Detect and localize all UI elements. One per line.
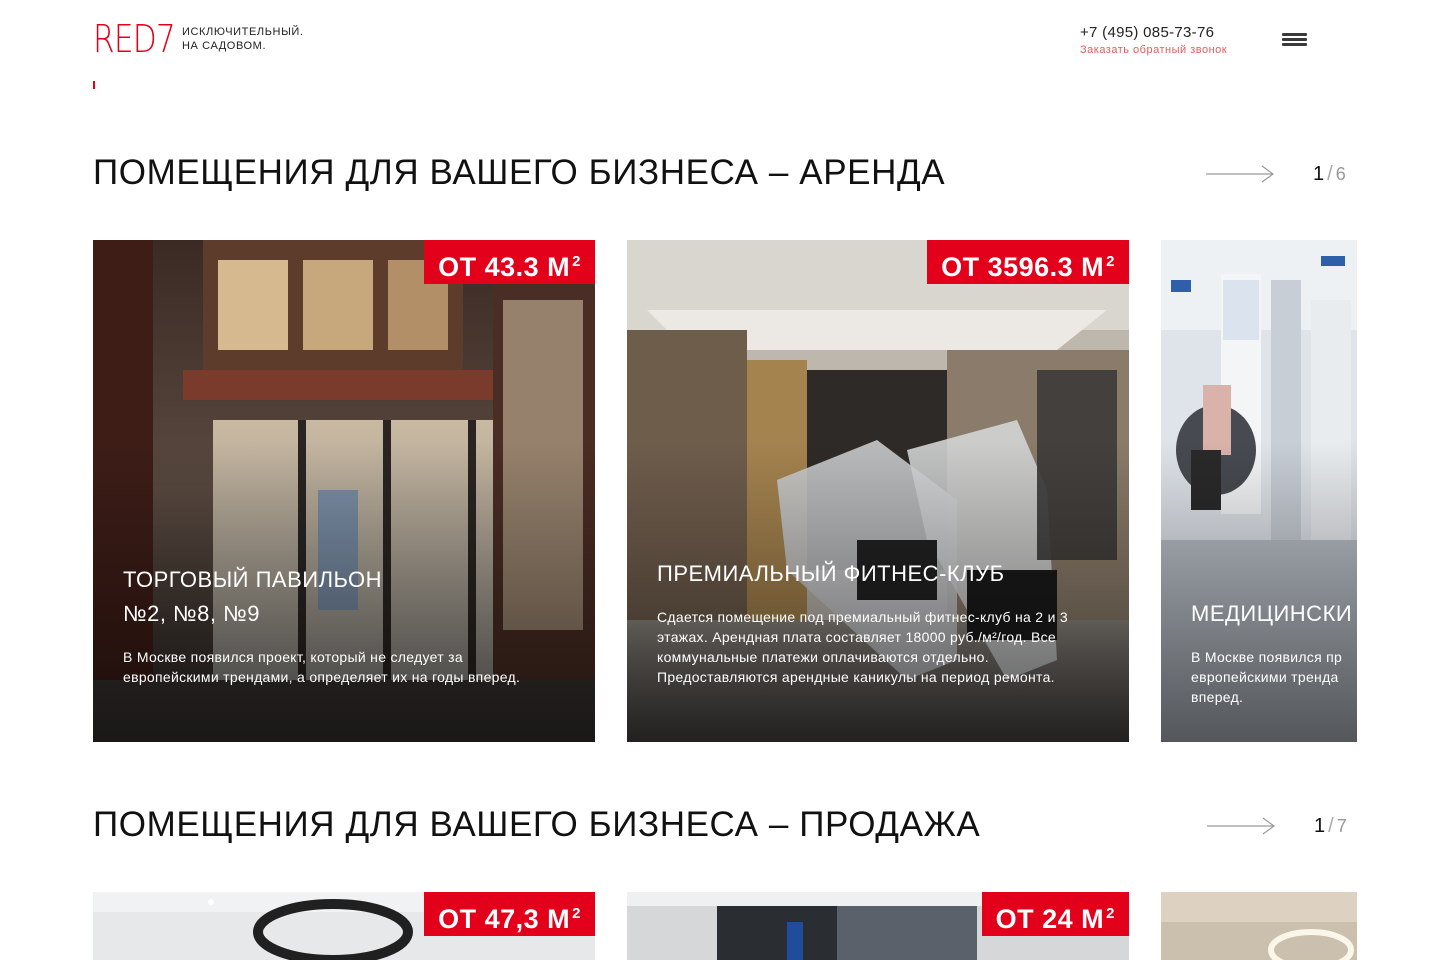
badge-unit-superscript: 2 xyxy=(1106,905,1115,922)
sale-section-title: ПОМЕЩЕНИЯ ДЛЯ ВАШЕГО БИЗНЕСА – ПРОДАЖА xyxy=(93,805,981,844)
logo-text: RED7 xyxy=(93,17,176,61)
rent-card-medical[interactable]: МЕДИЦИНСКИ В Москве появился пр европейс… xyxy=(1161,240,1357,742)
tagline: ИСКЛЮЧИТЕЛЬНЫЙ. НА САДОВОМ. xyxy=(182,25,304,53)
counter-separator: / xyxy=(1328,815,1334,837)
rent-pagination-counter: 1/6 xyxy=(1313,163,1346,186)
card-title-line-1: МЕДИЦИНСКИ xyxy=(1191,601,1353,626)
burger-line xyxy=(1282,43,1307,46)
sale-card-3-image xyxy=(1161,892,1357,960)
area-badge-text: ОТ 24 М xyxy=(995,904,1105,934)
sale-total-pages: 7 xyxy=(1336,816,1347,836)
phone-link[interactable]: +7 (495) 085-73-76 xyxy=(1080,24,1227,42)
card-title-line-2: №2, №8, №9 xyxy=(123,601,260,626)
hamburger-icon[interactable] xyxy=(1282,31,1308,49)
burger-line xyxy=(1282,33,1307,36)
rent-section-title: ПОМЕЩЕНИЯ ДЛЯ ВАШЕГО БИЗНЕСА – АРЕНДА xyxy=(93,153,946,192)
rent-total-pages: 6 xyxy=(1335,164,1346,184)
area-badge: ОТ 3596.3 М2 xyxy=(927,240,1129,284)
card-description: В Москве появился проект, который не сле… xyxy=(123,649,521,685)
card-title-line-1: ТОРГОВЫЙ ПАВИЛЬОН xyxy=(123,567,382,592)
sale-pagination-counter: 1/7 xyxy=(1314,815,1347,838)
tagline-line-2: НА САДОВОМ. xyxy=(182,40,267,52)
badge-unit-superscript: 2 xyxy=(1106,253,1115,270)
rent-next-arrow-icon[interactable] xyxy=(1205,164,1275,184)
card-title: МЕДИЦИНСКИ xyxy=(1191,597,1352,631)
card-description-line-1: В Москве появился пр xyxy=(1191,649,1343,665)
card-description-line-2: европейскими тренда xyxy=(1191,669,1339,685)
counter-separator: / xyxy=(1327,163,1333,185)
area-badge: ОТ 43.3 М2 xyxy=(424,240,595,284)
sale-current-page: 1 xyxy=(1314,815,1326,837)
card-title: ТОРГОВЫЙ ПАВИЛЬОН №2, №8, №9 xyxy=(123,563,382,631)
card-title-line-1: ПРЕМИАЛЬНЫЙ ФИТНЕС-КЛУБ xyxy=(657,561,1005,586)
area-badge: ОТ 24 М2 xyxy=(981,892,1129,936)
sale-next-arrow-icon[interactable] xyxy=(1206,816,1276,836)
tagline-line-1: ИСКЛЮЧИТЕЛЬНЫЙ. xyxy=(182,26,304,38)
red-accent-mark xyxy=(93,81,95,89)
callback-link[interactable]: Заказать обратный звонок xyxy=(1080,43,1227,57)
sale-card-1[interactable]: ОТ 47,3 М2 xyxy=(93,892,595,960)
contact-block: +7 (495) 085-73-76 Заказать обратный зво… xyxy=(1080,24,1227,57)
card-description-line-3: вперед. xyxy=(1191,689,1244,705)
sale-card-2[interactable]: ОТ 24 М2 xyxy=(627,892,1129,960)
area-badge-text: ОТ 43.3 М xyxy=(438,252,571,282)
rent-card-fitness-club[interactable]: ОТ 3596.3 М2 ПРЕМИАЛЬНЫЙ ФИТНЕС-КЛУБ Сда… xyxy=(627,240,1129,742)
card-description: Сдается помещение под премиальный фитнес… xyxy=(657,609,1068,685)
card-title: ПРЕМИАЛЬНЫЙ ФИТНЕС-КЛУБ xyxy=(657,557,1005,591)
badge-unit-superscript: 2 xyxy=(572,905,581,922)
site-header: RED7 ИСКЛЮЧИТЕЛЬНЫЙ. НА САДОВОМ. +7 (495… xyxy=(0,0,1440,100)
area-badge: ОТ 47,3 М2 xyxy=(424,892,595,936)
burger-line xyxy=(1282,38,1307,41)
area-badge-text: ОТ 3596.3 М xyxy=(941,252,1105,282)
card-description: В Москве появился пр европейскими тренда… xyxy=(1191,647,1357,707)
sale-card-3[interactable] xyxy=(1161,892,1357,960)
rent-current-page: 1 xyxy=(1313,163,1325,185)
logo[interactable]: RED7 xyxy=(93,18,193,60)
badge-unit-superscript: 2 xyxy=(572,253,581,270)
rent-card-retail-pavilion[interactable]: ОТ 43.3 М2 ТОРГОВЫЙ ПАВИЛЬОН №2, №8, №9 … xyxy=(93,240,595,742)
area-badge-text: ОТ 47,3 М xyxy=(438,904,571,934)
